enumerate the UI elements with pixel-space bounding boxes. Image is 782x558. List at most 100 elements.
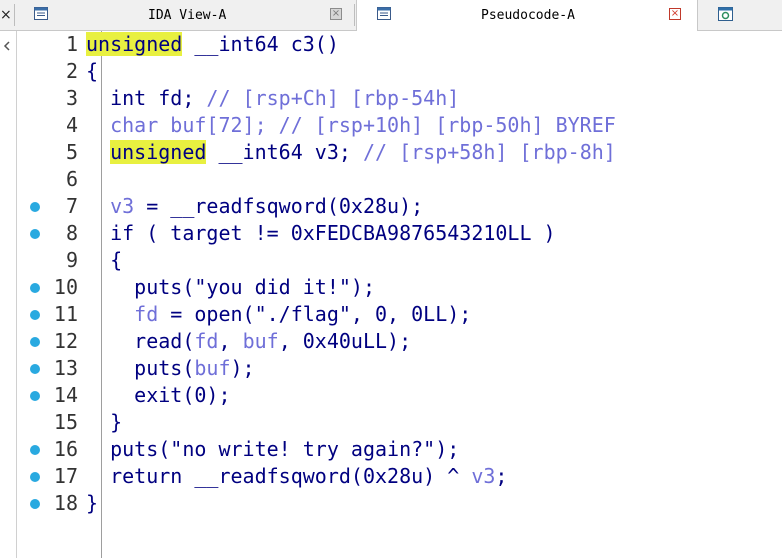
chevron-left-icon[interactable] — [2, 41, 12, 51]
code-token: = __readfsqword(0x28u); — [134, 194, 424, 218]
code-text[interactable]: { — [86, 58, 98, 85]
code-token: // [rsp+10h] [rbp-50h] BYREF — [278, 113, 616, 137]
code-line[interactable]: 15 } — [17, 409, 782, 436]
code-line[interactable]: 3 int fd; // [rsp+Ch] [rbp-54h] — [17, 85, 782, 112]
tab-close-icon[interactable]: × — [330, 8, 342, 20]
code-text[interactable]: v3 = __readfsqword(0x28u); — [86, 193, 423, 220]
tab-pseudocode-a[interactable]: Pseudocode-A × — [356, 0, 698, 31]
code-token: __int64 v3; — [206, 140, 363, 164]
code-text[interactable]: puts("no write! try again?"); — [86, 436, 459, 463]
close-icon[interactable]: × — [0, 0, 12, 30]
code-token: buf — [242, 329, 279, 353]
code-token: // [rsp+58h] [rbp-8h] — [362, 140, 616, 164]
code-token: __int64 c3() — [182, 32, 339, 56]
code-text[interactable]: } — [86, 490, 98, 517]
line-number: 2 — [65, 59, 78, 83]
code-token: { — [86, 59, 99, 83]
code-line[interactable]: 4 char buf[72]; // [rsp+10h] [rbp-50h] B… — [17, 112, 782, 139]
code-text[interactable]: unsigned __int64 v3; // [rsp+58h] [rbp-8… — [86, 139, 616, 166]
code-token: exit(0); — [86, 383, 231, 407]
code-text[interactable]: fd = open("./flag", 0, 0LL); — [86, 301, 471, 328]
code-token: unsigned — [110, 140, 207, 164]
code-token: read( — [86, 329, 195, 353]
code-token: v3 — [110, 194, 135, 218]
code-text[interactable]: exit(0); — [86, 382, 231, 409]
code-text[interactable]: puts("you did it!"); — [86, 274, 375, 301]
code-token: int fd; — [86, 86, 207, 110]
code-token: puts("you did it!"); — [86, 275, 375, 299]
line-number: 12 — [53, 329, 78, 353]
code-text[interactable]: } — [86, 409, 122, 436]
tab-bar: × IDA View-A × Pseudocode-A × — [0, 0, 782, 31]
code-line[interactable]: 14 exit(0); — [17, 382, 782, 409]
code-line[interactable]: 16 puts("no write! try again?"); — [17, 436, 782, 463]
code-token: char buf[72]; — [86, 113, 279, 137]
code-token: , — [218, 329, 243, 353]
code-line[interactable]: 10 puts("you did it!"); — [17, 274, 782, 301]
code-token: } — [86, 491, 99, 515]
code-text[interactable]: { — [86, 247, 122, 274]
line-number: 15 — [53, 410, 78, 434]
pseudocode-view[interactable]: 1 unsigned __int64 c3() 2{3 int fd; // [rs… — [17, 31, 782, 558]
document-icon — [377, 7, 391, 20]
line-number: 4 — [65, 113, 78, 137]
tab-separator — [14, 4, 15, 26]
line-number: 18 — [53, 491, 78, 515]
line-number: 3 — [65, 86, 78, 110]
tab-extra[interactable] — [704, 0, 782, 30]
left-side-strip — [0, 31, 17, 558]
tab-title: Pseudocode-A — [481, 8, 575, 23]
code-token: } — [86, 410, 123, 434]
code-line[interactable]: 9 { — [17, 247, 782, 274]
tab-title: IDA View-A — [148, 8, 227, 23]
line-number: 14 — [53, 383, 78, 407]
code-token: return __readfsqword(0x28u) ^ — [86, 464, 472, 488]
line-number: 16 — [53, 437, 78, 461]
code-token: ); — [230, 356, 255, 380]
line-number: 11 — [53, 302, 78, 326]
code-token: puts( — [86, 356, 195, 380]
line-number: 6 — [65, 167, 78, 191]
code-line[interactable]: 13 puts(buf); — [17, 355, 782, 382]
code-token: fd — [134, 302, 159, 326]
code-text[interactable]: int fd; // [rsp+Ch] [rbp-54h] — [86, 85, 459, 112]
code-token: v3 — [471, 464, 496, 488]
code-line[interactable]: 1 unsigned __int64 c3() — [17, 31, 782, 58]
line-number: 1 — [65, 32, 78, 56]
line-number: 9 — [65, 248, 78, 272]
code-token: buf — [194, 356, 231, 380]
code-line[interactable]: 11 fd = open("./flag", 0, 0LL); — [17, 301, 782, 328]
code-line[interactable]: 18} — [17, 490, 782, 517]
code-token: puts("no write! try again?"); — [86, 437, 460, 461]
code-line[interactable]: 7 v3 = __readfsqword(0x28u); — [17, 193, 782, 220]
tab-separator — [354, 4, 355, 26]
code-line[interactable]: 12 read(fd, buf, 0x40uLL); — [17, 328, 782, 355]
line-number: 5 — [65, 140, 78, 164]
line-number: 13 — [53, 356, 78, 380]
tab-ida-view-a[interactable]: IDA View-A × — [20, 0, 350, 30]
code-token: ; — [495, 464, 508, 488]
code-token: { — [86, 248, 123, 272]
code-token: = open("./flag", 0, 0LL); — [158, 302, 472, 326]
line-number: 10 — [53, 275, 78, 299]
code-text[interactable]: if ( target != 0xFEDCBA9876543210LL ) — [86, 220, 556, 247]
code-text[interactable]: puts(buf); — [86, 355, 255, 382]
code-token: , 0x40uLL); — [278, 329, 412, 353]
code-token: unsigned — [86, 32, 183, 56]
code-text[interactable]: return __readfsqword(0x28u) ^ v3; — [86, 463, 507, 490]
code-text[interactable]: char buf[72]; // [rsp+10h] [rbp-50h] BYR… — [86, 112, 616, 139]
code-text[interactable]: unsigned __int64 c3() — [86, 31, 339, 58]
code-token: if ( target != 0xFEDCBA9876543210LL ) — [86, 221, 556, 245]
code-line[interactable]: 8 if ( target != 0xFEDCBA9876543210LL ) — [17, 220, 782, 247]
document-icon — [34, 7, 48, 20]
code-line[interactable]: 17 return __readfsqword(0x28u) ^ v3; — [17, 463, 782, 490]
code-line[interactable]: 2{ — [17, 58, 782, 85]
tab-close-icon[interactable]: × — [669, 8, 681, 20]
line-number: 8 — [65, 221, 78, 245]
code-line[interactable]: 5 unsigned __int64 v3; // [rsp+58h] [rbp… — [17, 139, 782, 166]
code-text[interactable]: read(fd, buf, 0x40uLL); — [86, 328, 411, 355]
code-line[interactable]: 6 — [17, 166, 782, 193]
